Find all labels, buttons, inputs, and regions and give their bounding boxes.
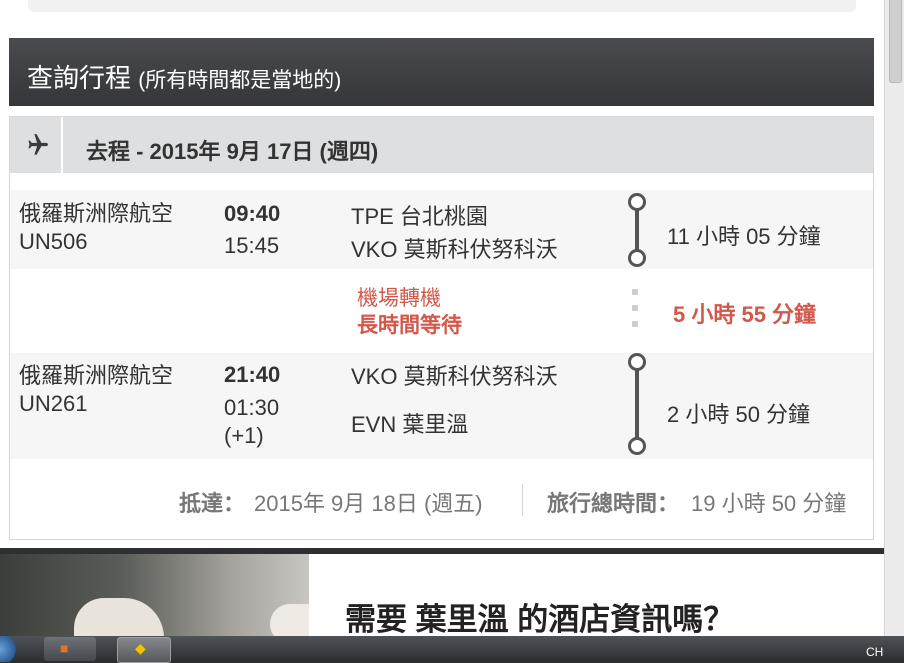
segment-duration: 2 小時 50 分鐘 xyxy=(667,402,811,427)
destination-airport: EVN 葉里溫 xyxy=(351,412,469,437)
arrive-time: 01:30 xyxy=(224,395,280,420)
depart-time: 09:40 xyxy=(224,201,281,226)
taskbar-app-button[interactable]: ■ xyxy=(44,637,96,661)
windows-logo-icon: ■ xyxy=(60,640,69,656)
layover-warning: 長時間等待 xyxy=(357,314,462,337)
arrival-value: 2015年 9月 18日 (週五) xyxy=(254,491,483,516)
airline-name: 俄羅斯洲際航空 xyxy=(19,363,174,388)
hotel-promo[interactable]: 需要 葉里溫 的酒店資訊嗎？ xyxy=(0,554,884,639)
route-connector-icon xyxy=(627,353,647,457)
origin-airport: TPE 台北桃園 xyxy=(351,204,488,229)
arrive-time: 15:45 xyxy=(224,233,280,258)
flight-segment: 俄羅斯洲際航空 UN506 09:40 15:45 TPE 台北桃園 VKO 莫… xyxy=(10,190,873,269)
trip-summary: 抵達： 2015年 9月 18日 (週五) 旅行總時間： 19 小時 50 分鐘 xyxy=(10,472,873,527)
layover-row: 機場轉機 長時間等待 5 小時 55 分鐘 xyxy=(10,269,873,353)
taskbar-app-button[interactable]: ◆ xyxy=(117,637,171,663)
vertical-scrollbar[interactable] xyxy=(884,0,904,636)
app-diamond-icon: ◆ xyxy=(135,640,146,656)
scrollbar-thumb[interactable] xyxy=(889,0,902,83)
hotel-image xyxy=(0,554,309,636)
layover-dots-icon xyxy=(632,289,638,337)
itinerary-card: 去程 - 2015年 9月 17日 (週四) 俄羅斯洲際航空 UN506 09:… xyxy=(9,116,874,540)
arrival-label: 抵達： xyxy=(179,491,246,516)
route-connector-icon xyxy=(627,193,647,267)
hotel-promo-title[interactable]: 需要 葉里溫 的酒店資訊嗎？ xyxy=(345,594,734,639)
header-subtitle: (所有時間都是當地的) xyxy=(138,69,342,92)
layover-label: 機場轉機 xyxy=(357,287,441,310)
start-button-icon[interactable] xyxy=(0,636,18,662)
total-time-label: 旅行總時間： xyxy=(547,491,680,516)
depart-time: 21:40 xyxy=(224,362,281,387)
direction-bar: 去程 - 2015年 9月 17日 (週四) xyxy=(10,117,873,173)
total-time-value: 19 小時 50 分鐘 xyxy=(691,491,847,516)
taskbar: ■ ◆ CH xyxy=(0,636,904,663)
layover-duration: 5 小時 55 分鐘 xyxy=(673,302,817,327)
language-indicator[interactable]: CH xyxy=(866,645,883,659)
page: 查詢行程 (所有時間都是當地的) 去程 - 2015年 9月 17日 (週四) … xyxy=(0,0,884,548)
segment-duration: 11 小時 05 分鐘 xyxy=(667,224,821,249)
origin-airport: VKO 莫斯科伏努科沃 xyxy=(351,364,558,389)
direction-title: 去程 - 2015年 9月 17日 (週四) xyxy=(86,139,379,164)
flight-number: UN506 xyxy=(19,229,88,254)
itinerary-header: 查詢行程 (所有時間都是當地的) xyxy=(9,38,874,106)
header-title: 查詢行程 xyxy=(27,63,132,93)
flight-number: UN261 xyxy=(19,391,88,416)
airplane-icon xyxy=(10,117,63,173)
destination-airport: VKO 莫斯科伏努科沃 xyxy=(351,237,558,262)
previous-panel xyxy=(28,0,856,12)
summary-divider xyxy=(522,484,523,516)
airline-name: 俄羅斯洲際航空 xyxy=(19,201,174,226)
flight-segment: 俄羅斯洲際航空 UN261 21:40 01:30 (+1) VKO 莫斯科伏努… xyxy=(10,353,873,459)
arrive-day-offset: (+1) xyxy=(224,423,264,448)
